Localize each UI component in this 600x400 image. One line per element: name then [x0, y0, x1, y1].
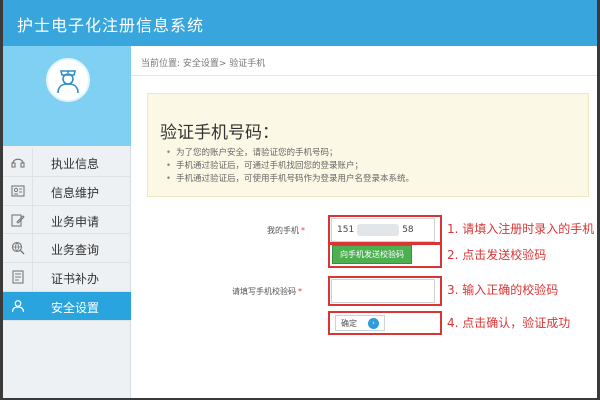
app-title: 护士电子化注册信息系统: [17, 16, 205, 35]
highlight-box-phone: [328, 215, 442, 245]
highlight-box-confirm: [328, 311, 442, 335]
sidebar-item-business-apply[interactable]: 业务申请: [3, 205, 131, 235]
sidebar-item-label: 信息维护: [51, 185, 100, 200]
sidebar-item-business-query[interactable]: 业务查询: [3, 234, 131, 264]
document-icon: [3, 263, 33, 292]
annotation-step2: 2. 点击发送校验码: [447, 248, 547, 262]
annotation-step4: 4. 点击确认，验证成功: [447, 316, 571, 330]
required-mark: *: [298, 287, 302, 296]
highlight-box-code: [328, 276, 442, 306]
sidebar-item-label: 证书补办: [51, 272, 100, 287]
user-profile: [3, 46, 131, 146]
search-globe-icon: [3, 234, 33, 263]
breadcrumb: 当前位置: 安全设置> 验证手机: [141, 59, 266, 69]
phone-label: 我的手机 *: [267, 226, 305, 235]
sidebar-item-practice-info[interactable]: 执业信息: [3, 148, 131, 177]
avatar[interactable]: [46, 58, 90, 102]
sidebar-item-certificate-reissue[interactable]: 证书补办: [3, 263, 131, 292]
sidebar-item-label: 业务查询: [51, 243, 100, 258]
list-item: 手机通过验证后，可通过手机找回您的登录账户；: [166, 160, 414, 173]
app-window: 护士电子化注册信息系统 执业信息 信息维护 业务申请 业务查询 证书补办 安全设…: [3, 0, 597, 398]
notice-list: 为了您的账户安全，请验证您的手机号码； 手机通过验证后，可通过手机找回您的登录账…: [166, 147, 414, 186]
sidebar-item-info-maintenance[interactable]: 信息维护: [3, 176, 131, 206]
sidebar: 执业信息 信息维护 业务申请 业务查询 证书补办 安全设置: [3, 46, 131, 398]
breadcrumb-bar: 当前位置: 安全设置> 验证手机: [131, 46, 597, 76]
headset-icon: [3, 148, 33, 176]
list-item: 手机通过验证后，可使用手机号码作为登录用户名登录本系统。: [166, 173, 414, 186]
user-shield-icon: [3, 292, 33, 320]
nurse-icon: [57, 70, 79, 93]
top-header: 护士电子化注册信息系统: [3, 0, 597, 46]
code-label: 请填写手机校验码 *: [232, 287, 302, 296]
id-card-icon: [3, 176, 33, 205]
sidebar-item-label: 业务申请: [51, 214, 100, 229]
required-mark: *: [301, 226, 305, 235]
highlight-box-send: [328, 242, 442, 268]
edit-icon: [3, 205, 33, 234]
sidebar-item-label: 安全设置: [51, 300, 100, 315]
annotation-step1: 1. 请填入注册时录入的手机: [447, 222, 595, 236]
verify-phone-notice: 验证手机号码： 为了您的账户安全，请验证您的手机号码； 手机通过验证后，可通过手…: [147, 93, 589, 197]
page-title: 验证手机号码：: [160, 123, 279, 143]
annotation-step3: 3. 输入正确的校验码: [447, 283, 559, 297]
sidebar-item-security-settings[interactable]: 安全设置: [3, 291, 131, 321]
sidebar-menu: 执业信息 信息维护 业务申请 业务查询 证书补办 安全设置: [3, 148, 131, 321]
sidebar-item-label: 执业信息: [51, 157, 100, 171]
list-item: 为了您的账户安全，请验证您的手机号码；: [166, 147, 414, 160]
